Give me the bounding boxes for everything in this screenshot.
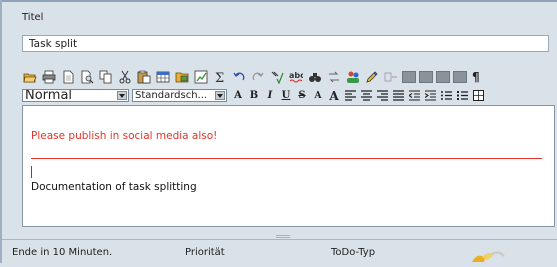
title-label: Titel [22, 12, 44, 23]
sigma-icon[interactable]: Σ [212, 69, 228, 85]
mascot-icon [470, 248, 510, 267]
print-preview-icon[interactable] [79, 69, 95, 85]
bold-icon[interactable]: B [248, 89, 260, 103]
paragraph-style-value: Normal [25, 89, 73, 102]
highlight-icon[interactable] [364, 69, 380, 85]
italic-icon[interactable]: I [264, 89, 276, 103]
top-border [0, 0, 557, 2]
insert-table-icon[interactable] [155, 69, 171, 85]
open-folder-icon[interactable] [22, 69, 38, 85]
chevron-down-icon[interactable] [117, 91, 127, 100]
align-left-icon[interactable] [344, 89, 356, 103]
chevron-down-icon[interactable] [215, 91, 225, 100]
paste-icon[interactable] [136, 69, 152, 85]
bullet-list-icon[interactable] [456, 89, 468, 103]
outdent-icon[interactable] [408, 89, 420, 103]
disabled-tool-3-icon [436, 71, 450, 83]
horizontal-rule [31, 158, 542, 159]
paragraph-style-select[interactable]: Normal [22, 89, 129, 102]
bottom-separator [2, 239, 557, 240]
insert-field-icon[interactable] [383, 69, 399, 85]
print-icon[interactable] [41, 69, 57, 85]
copy-icon[interactable] [98, 69, 114, 85]
left-border [0, 0, 2, 263]
align-right-icon[interactable] [376, 89, 388, 103]
justify-icon[interactable] [392, 89, 404, 103]
redo-icon[interactable] [250, 69, 266, 85]
svg-text:Σ: Σ [215, 71, 224, 84]
underline-icon[interactable]: U [280, 89, 292, 103]
body-paragraph: Documentation of task splitting [31, 181, 197, 193]
disabled-tool-4-icon [453, 71, 467, 83]
font-family-value: Standardsch... [135, 90, 208, 101]
text-caret [31, 166, 32, 178]
align-center-icon[interactable] [360, 89, 372, 103]
disabled-tool-1-icon [402, 71, 416, 83]
font-family-select[interactable]: Standardsch... [132, 89, 227, 102]
find-icon[interactable] [307, 69, 323, 85]
spellcheck-icon[interactable]: abc [288, 69, 304, 85]
undo-icon[interactable] [231, 69, 247, 85]
priority-label: Priorität [185, 247, 225, 258]
font-smaller-icon[interactable]: A [312, 89, 324, 103]
disabled-tool-2-icon [419, 71, 433, 83]
font-size-up-icon[interactable]: A [232, 89, 244, 103]
numbered-list-icon[interactable] [440, 89, 452, 103]
indent-icon[interactable] [424, 89, 436, 103]
format-paint-icon[interactable] [269, 69, 285, 85]
title-input[interactable]: Task split [22, 35, 549, 52]
insert-image-icon[interactable] [174, 69, 190, 85]
insert-people-icon[interactable] [345, 69, 361, 85]
splitter-grip-icon[interactable] [276, 235, 290, 238]
toolbar-row-2: Normal Standardsch... A B I U S A A [22, 88, 488, 103]
reminder-label: Ende in 10 Minuten. [12, 247, 113, 258]
pilcrow-icon[interactable]: ¶ [472, 70, 484, 84]
rich-text-editor[interactable]: Please publish in social media also! Doc… [22, 105, 555, 227]
table-grid-icon[interactable] [472, 89, 484, 103]
strikethrough-icon[interactable]: S [296, 89, 308, 103]
insert-chart-icon[interactable] [193, 69, 209, 85]
new-document-icon[interactable] [60, 69, 76, 85]
todo-type-label: ToDo-Typ [331, 247, 376, 258]
cut-icon[interactable] [117, 69, 133, 85]
toolbar-row-1: Σ abc ¶ [22, 69, 484, 85]
font-larger-icon[interactable]: A [328, 89, 340, 103]
highlight-paragraph: Please publish in social media also! [31, 130, 218, 142]
find-replace-icon[interactable] [326, 69, 342, 85]
svg-text:abc: abc [289, 71, 303, 80]
